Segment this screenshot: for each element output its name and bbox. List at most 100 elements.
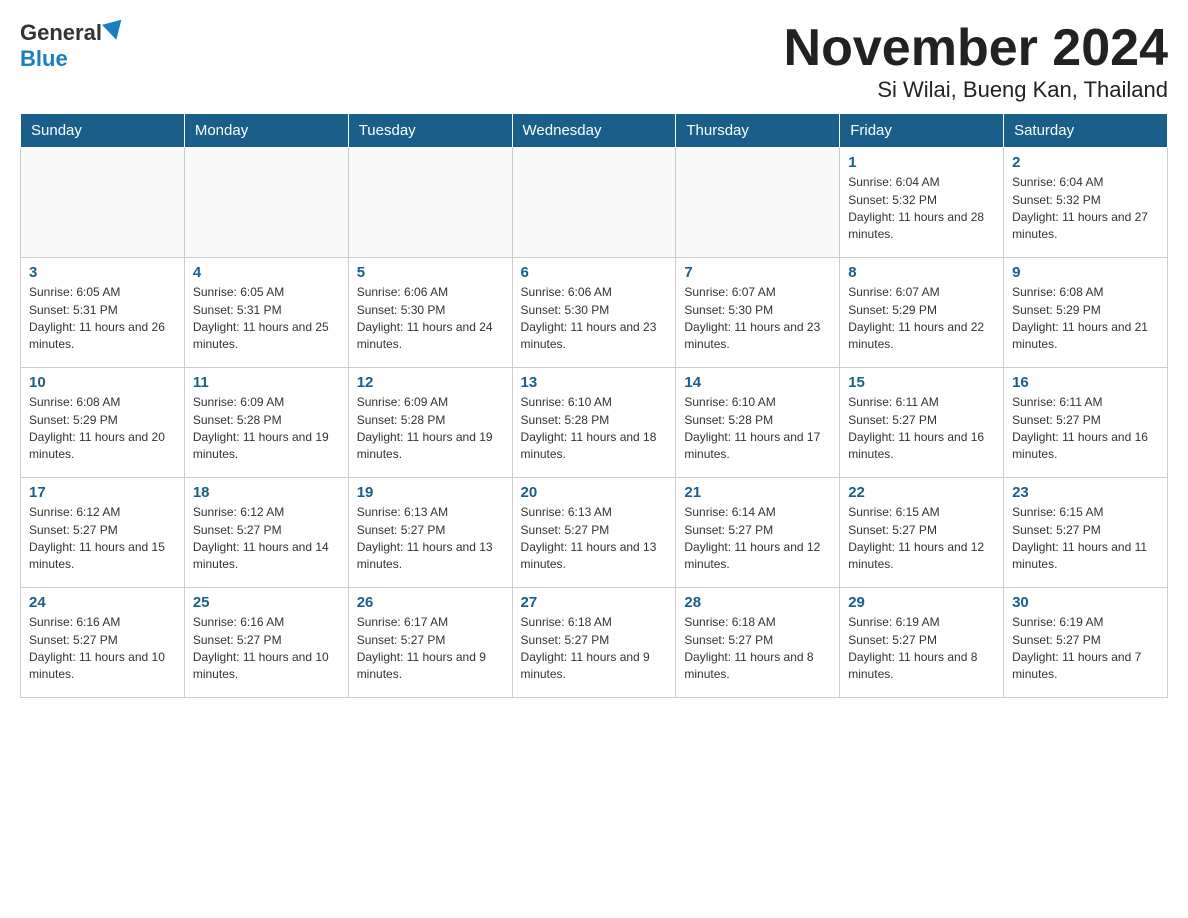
day-info: Sunrise: 6:09 AMSunset: 5:28 PMDaylight:…: [193, 394, 340, 464]
day-info: Sunrise: 6:06 AMSunset: 5:30 PMDaylight:…: [521, 284, 668, 354]
day-info: Sunrise: 6:19 AMSunset: 5:27 PMDaylight:…: [848, 614, 995, 684]
calendar-cell: 10 Sunrise: 6:08 AMSunset: 5:29 PMDayligh…: [21, 368, 185, 478]
calendar-cell: 26 Sunrise: 6:17 AMSunset: 5:27 PMDayligh…: [348, 588, 512, 698]
day-info: Sunrise: 6:12 AMSunset: 5:27 PMDaylight:…: [29, 504, 176, 574]
day-info: Sunrise: 6:17 AMSunset: 5:27 PMDaylight:…: [357, 614, 504, 684]
day-number: 16: [1012, 374, 1159, 391]
day-number: 30: [1012, 594, 1159, 611]
calendar-cell: 14Sunrise: 6:10 AMSunset: 5:28 PMDayligh…: [676, 368, 840, 478]
calendar-cell: 3 Sunrise: 6:05 AMSunset: 5:31 PMDaylight…: [21, 258, 185, 368]
day-number: 20: [521, 484, 668, 501]
day-number: 11: [193, 374, 340, 391]
day-number: 17: [29, 484, 176, 501]
day-number: 9: [1012, 264, 1159, 281]
day-info: Sunrise: 6:11 AMSunset: 5:27 PMDaylight:…: [848, 394, 995, 464]
day-info: Sunrise: 6:07 AMSunset: 5:29 PMDaylight:…: [848, 284, 995, 354]
calendar-week-5: 24 Sunrise: 6:16 AMSunset: 5:27 PMDayligh…: [21, 588, 1168, 698]
day-number: 10: [29, 374, 176, 391]
calendar-cell: [184, 148, 348, 258]
day-info: Sunrise: 6:07 AMSunset: 5:30 PMDaylight:…: [684, 284, 831, 354]
calendar-cell: [512, 148, 676, 258]
day-number: 24: [29, 594, 176, 611]
day-info: Sunrise: 6:15 AMSunset: 5:27 PMDaylight:…: [848, 504, 995, 574]
calendar-week-1: 1 Sunrise: 6:04 AMSunset: 5:32 PMDaylight…: [21, 148, 1168, 258]
day-number: 26: [357, 594, 504, 611]
day-number: 15: [848, 374, 995, 391]
day-number: 8: [848, 264, 995, 281]
calendar-cell: 11 Sunrise: 6:09 AMSunset: 5:28 PMDayligh…: [184, 368, 348, 478]
day-number: 19: [357, 484, 504, 501]
day-info: Sunrise: 6:06 AMSunset: 5:30 PMDaylight:…: [357, 284, 504, 354]
calendar-cell: 12 Sunrise: 6:09 AMSunset: 5:28 PMDayligh…: [348, 368, 512, 478]
calendar-cell: 21 Sunrise: 6:14 AMSunset: 5:27 PMDayligh…: [676, 478, 840, 588]
calendar-body: 1 Sunrise: 6:04 AMSunset: 5:32 PMDaylight…: [21, 148, 1168, 698]
day-info: Sunrise: 6:04 AMSunset: 5:32 PMDaylight:…: [848, 174, 995, 244]
day-info: Sunrise: 6:05 AMSunset: 5:31 PMDaylight:…: [193, 284, 340, 354]
calendar-cell: 25 Sunrise: 6:16 AMSunset: 5:27 PMDayligh…: [184, 588, 348, 698]
calendar-cell: 4 Sunrise: 6:05 AMSunset: 5:31 PMDaylight…: [184, 258, 348, 368]
day-number: 6: [521, 264, 668, 281]
calendar-week-3: 10 Sunrise: 6:08 AMSunset: 5:29 PMDayligh…: [21, 368, 1168, 478]
logo: General Blue: [20, 20, 124, 72]
day-info: Sunrise: 6:19 AMSunset: 5:27 PMDaylight:…: [1012, 614, 1159, 684]
calendar-cell: 1 Sunrise: 6:04 AMSunset: 5:32 PMDaylight…: [840, 148, 1004, 258]
day-info: Sunrise: 6:08 AMSunset: 5:29 PMDaylight:…: [29, 394, 176, 464]
calendar-cell: 29 Sunrise: 6:19 AMSunset: 5:27 PMDayligh…: [840, 588, 1004, 698]
day-number: 18: [193, 484, 340, 501]
calendar-cell: [348, 148, 512, 258]
day-number: 5: [357, 264, 504, 281]
day-number: 29: [848, 594, 995, 611]
calendar-week-4: 17 Sunrise: 6:12 AMSunset: 5:27 PMDayligh…: [21, 478, 1168, 588]
weekday-header-saturday: Saturday: [1004, 114, 1168, 148]
weekday-header-thursday: Thursday: [676, 114, 840, 148]
calendar-cell: 6 Sunrise: 6:06 AMSunset: 5:30 PMDaylight…: [512, 258, 676, 368]
calendar-cell: 15 Sunrise: 6:11 AMSunset: 5:27 PMDayligh…: [840, 368, 1004, 478]
calendar-cell: 17 Sunrise: 6:12 AMSunset: 5:27 PMDayligh…: [21, 478, 185, 588]
day-number: 21: [684, 484, 831, 501]
month-title: November 2024: [784, 20, 1168, 77]
day-number: 25: [193, 594, 340, 611]
weekday-header-friday: Friday: [840, 114, 1004, 148]
weekday-header-tuesday: Tuesday: [348, 114, 512, 148]
calendar-cell: 16 Sunrise: 6:11 AMSunset: 5:27 PMDayligh…: [1004, 368, 1168, 478]
day-number: 13: [521, 374, 668, 391]
calendar-header: SundayMondayTuesdayWednesdayThursdayFrid…: [21, 114, 1168, 148]
day-info: Sunrise: 6:12 AMSunset: 5:27 PMDaylight:…: [193, 504, 340, 574]
day-number: 4: [193, 264, 340, 281]
day-number: 27: [521, 594, 668, 611]
weekday-header-wednesday: Wednesday: [512, 114, 676, 148]
page-header: General Blue November 2024 Si Wilai, Bue…: [20, 20, 1168, 103]
calendar-cell: 19Sunrise: 6:13 AMSunset: 5:27 PMDayligh…: [348, 478, 512, 588]
day-info: Sunrise: 6:08 AMSunset: 5:29 PMDaylight:…: [1012, 284, 1159, 354]
title-block: November 2024 Si Wilai, Bueng Kan, Thail…: [784, 20, 1168, 103]
calendar-cell: 8 Sunrise: 6:07 AMSunset: 5:29 PMDaylight…: [840, 258, 1004, 368]
weekday-header-monday: Monday: [184, 114, 348, 148]
day-number: 1: [848, 154, 995, 171]
day-info: Sunrise: 6:15 AMSunset: 5:27 PMDaylight:…: [1012, 504, 1159, 574]
calendar-cell: 27Sunrise: 6:18 AMSunset: 5:27 PMDayligh…: [512, 588, 676, 698]
day-number: 3: [29, 264, 176, 281]
logo-blue-text: Blue: [20, 46, 68, 71]
calendar-cell: 28Sunrise: 6:18 AMSunset: 5:27 PMDayligh…: [676, 588, 840, 698]
calendar-cell: 23Sunrise: 6:15 AMSunset: 5:27 PMDayligh…: [1004, 478, 1168, 588]
weekday-header-row: SundayMondayTuesdayWednesdayThursdayFrid…: [21, 114, 1168, 148]
day-number: 7: [684, 264, 831, 281]
day-info: Sunrise: 6:16 AMSunset: 5:27 PMDaylight:…: [29, 614, 176, 684]
calendar-cell: 9 Sunrise: 6:08 AMSunset: 5:29 PMDaylight…: [1004, 258, 1168, 368]
calendar-cell: 22Sunrise: 6:15 AMSunset: 5:27 PMDayligh…: [840, 478, 1004, 588]
day-number: 14: [684, 374, 831, 391]
day-info: Sunrise: 6:04 AMSunset: 5:32 PMDaylight:…: [1012, 174, 1159, 244]
logo-general-text: General: [20, 20, 102, 46]
day-info: Sunrise: 6:11 AMSunset: 5:27 PMDaylight:…: [1012, 394, 1159, 464]
day-number: 2: [1012, 154, 1159, 171]
day-info: Sunrise: 6:09 AMSunset: 5:28 PMDaylight:…: [357, 394, 504, 464]
day-info: Sunrise: 6:16 AMSunset: 5:27 PMDaylight:…: [193, 614, 340, 684]
calendar-table: SundayMondayTuesdayWednesdayThursdayFrid…: [20, 113, 1168, 698]
calendar-cell: 5 Sunrise: 6:06 AMSunset: 5:30 PMDaylight…: [348, 258, 512, 368]
day-info: Sunrise: 6:14 AMSunset: 5:27 PMDaylight:…: [684, 504, 831, 574]
calendar-cell: 7 Sunrise: 6:07 AMSunset: 5:30 PMDaylight…: [676, 258, 840, 368]
day-info: Sunrise: 6:10 AMSunset: 5:28 PMDaylight:…: [521, 394, 668, 464]
day-number: 12: [357, 374, 504, 391]
day-info: Sunrise: 6:05 AMSunset: 5:31 PMDaylight:…: [29, 284, 176, 354]
day-number: 28: [684, 594, 831, 611]
